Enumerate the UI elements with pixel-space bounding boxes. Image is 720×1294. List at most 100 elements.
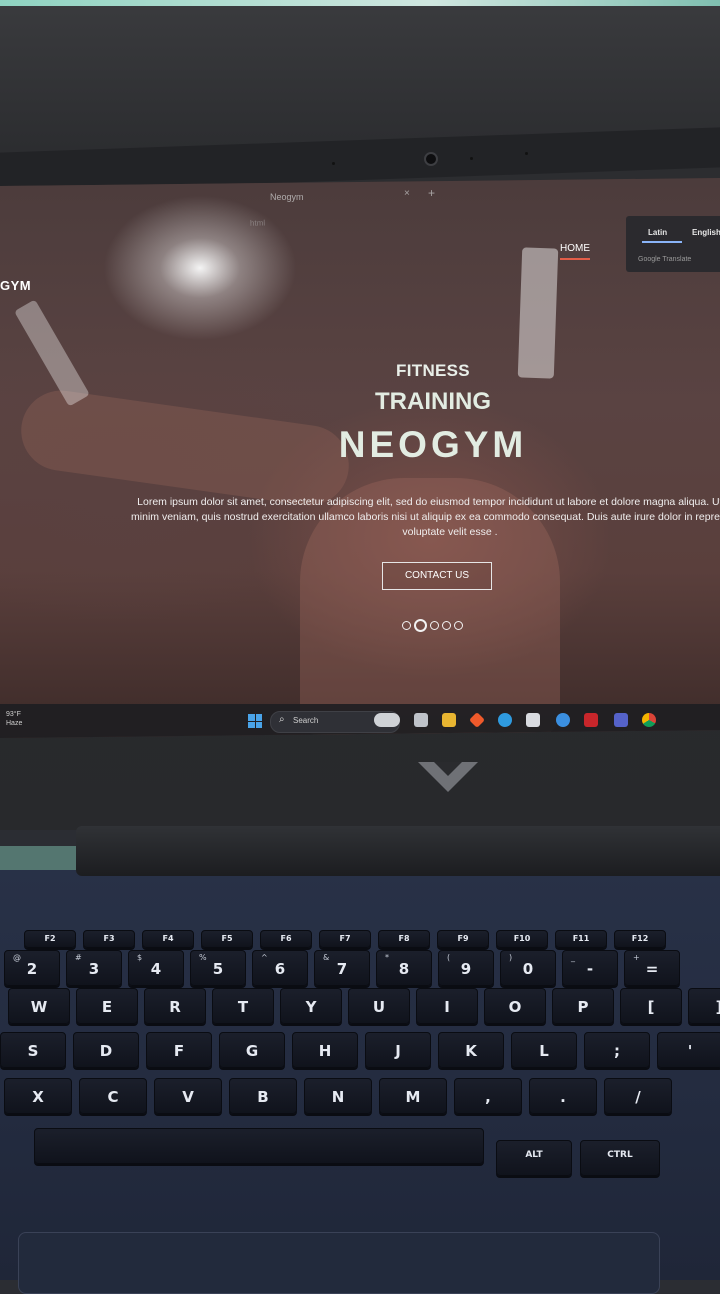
key[interactable]: (9 [438,950,494,986]
file-explorer-icon[interactable] [442,713,456,727]
key[interactable]: F11 [555,930,607,948]
translate-source-tab[interactable]: Latin [648,228,667,237]
close-tab-icon[interactable]: × [404,188,410,199]
teams-icon[interactable] [614,713,628,727]
mcafee-icon[interactable] [584,713,598,727]
browser-tab[interactable]: Neogym [270,192,304,202]
key-label: F6 [280,934,292,943]
key[interactable]: , [454,1078,522,1114]
key[interactable]: ' [657,1032,720,1068]
key[interactable]: @2 [4,950,60,986]
key-label: , [485,1088,491,1106]
key[interactable]: P [552,988,614,1024]
copilot-icon[interactable] [374,713,400,727]
key[interactable]: #3 [66,950,122,986]
key[interactable]: . [529,1078,597,1114]
key[interactable]: X [4,1078,72,1114]
key[interactable]: & 7 [314,950,370,986]
site-logo[interactable]: GYM [0,278,31,293]
address-bar[interactable]: html [250,217,330,227]
key[interactable]: F10 [496,930,548,948]
key[interactable]: F3 [83,930,135,948]
slider-dot[interactable] [402,621,411,630]
key-label: C [107,1088,119,1106]
key-label: ; [614,1042,620,1060]
edge-icon[interactable] [498,713,512,727]
key-label: L [539,1042,549,1060]
key[interactable]: ALT [496,1140,572,1176]
key[interactable]: * 8 [376,950,432,986]
key[interactable]: I [416,988,478,1024]
new-tab-icon[interactable]: + [428,186,435,200]
weather-temp: 93°F [6,711,21,718]
key[interactable]: M [379,1078,447,1114]
key[interactable]: G [219,1032,285,1068]
key[interactable]: F [146,1032,212,1068]
task-view-icon[interactable] [414,713,428,727]
key[interactable]: H [292,1032,358,1068]
key[interactable]: E [76,988,138,1024]
key[interactable]: $4 [128,950,184,986]
key[interactable]: Y [280,988,342,1024]
key[interactable]: N [304,1078,372,1114]
key[interactable]: F8 [378,930,430,948]
key[interactable]: F7 [319,930,371,948]
key[interactable]: T [212,988,274,1024]
key[interactable]: ^ 6 [252,950,308,986]
key[interactable]: [ [620,988,682,1024]
key-label: F9 [457,934,469,943]
key[interactable]: D [73,1032,139,1068]
key[interactable]: J [365,1032,431,1068]
key[interactable]: ] [688,988,720,1024]
translate-popup: Latin English Google Translate [626,216,720,272]
key-label: ] [689,998,720,1016]
key[interactable]: + = [624,950,680,986]
key[interactable]: W [8,988,70,1024]
key[interactable]: L [511,1032,577,1068]
store-icon[interactable] [526,713,540,727]
key[interactable]: / [604,1078,672,1114]
key[interactable]: B [229,1078,297,1114]
key[interactable]: F4 [142,930,194,948]
key[interactable]: CTRL [580,1140,660,1176]
key[interactable]: U [348,988,410,1024]
key[interactable]: C [79,1078,147,1114]
key[interactable]: O [484,988,546,1024]
key[interactable]: R [144,988,206,1024]
key[interactable]: S [0,1032,66,1068]
key[interactable] [34,1128,484,1164]
key[interactable]: V [154,1078,222,1114]
chrome-icon[interactable] [642,713,656,727]
hero-description: Lorem ipsum dolor sit amet, consectetur … [131,496,720,538]
laptop-screen: Neogym × + html Latin English Google Tra… [0,178,720,738]
key-label: / [635,1088,641,1106]
key[interactable]: F9 [437,930,489,948]
key-label: R [169,998,181,1016]
slider-dot[interactable] [414,619,427,632]
key[interactable]: % 5 [190,950,246,986]
nav-home-link[interactable]: HOME [560,243,590,260]
key[interactable]: _ - [562,950,618,986]
store-diamond-icon[interactable] [469,712,485,728]
contact-us-button[interactable]: CONTACT US [382,562,492,590]
key[interactable]: ; [584,1032,650,1068]
key-label: F [173,1042,185,1060]
slider-dot[interactable] [430,621,439,630]
slider-dot[interactable] [442,621,451,630]
trackpad[interactable] [18,1232,660,1294]
key[interactable]: K [438,1032,504,1068]
key-label: I [444,998,450,1016]
key[interactable]: F12 [614,930,666,948]
key[interactable]: F6 [260,930,312,948]
start-icon[interactable] [248,714,262,728]
key[interactable]: F2 [24,930,76,948]
weather-widget[interactable]: 93°F Haze [6,710,22,728]
key[interactable]: F5 [201,930,253,948]
key-label: CTRL [607,1150,633,1160]
sensor-dot [470,157,473,160]
translate-target-tab[interactable]: English [692,228,720,237]
slider-dot[interactable] [454,621,463,630]
key[interactable]: ) 0 [500,950,556,986]
help-icon[interactable] [556,713,570,727]
hero-title-line1: FITNESS [396,361,470,380]
